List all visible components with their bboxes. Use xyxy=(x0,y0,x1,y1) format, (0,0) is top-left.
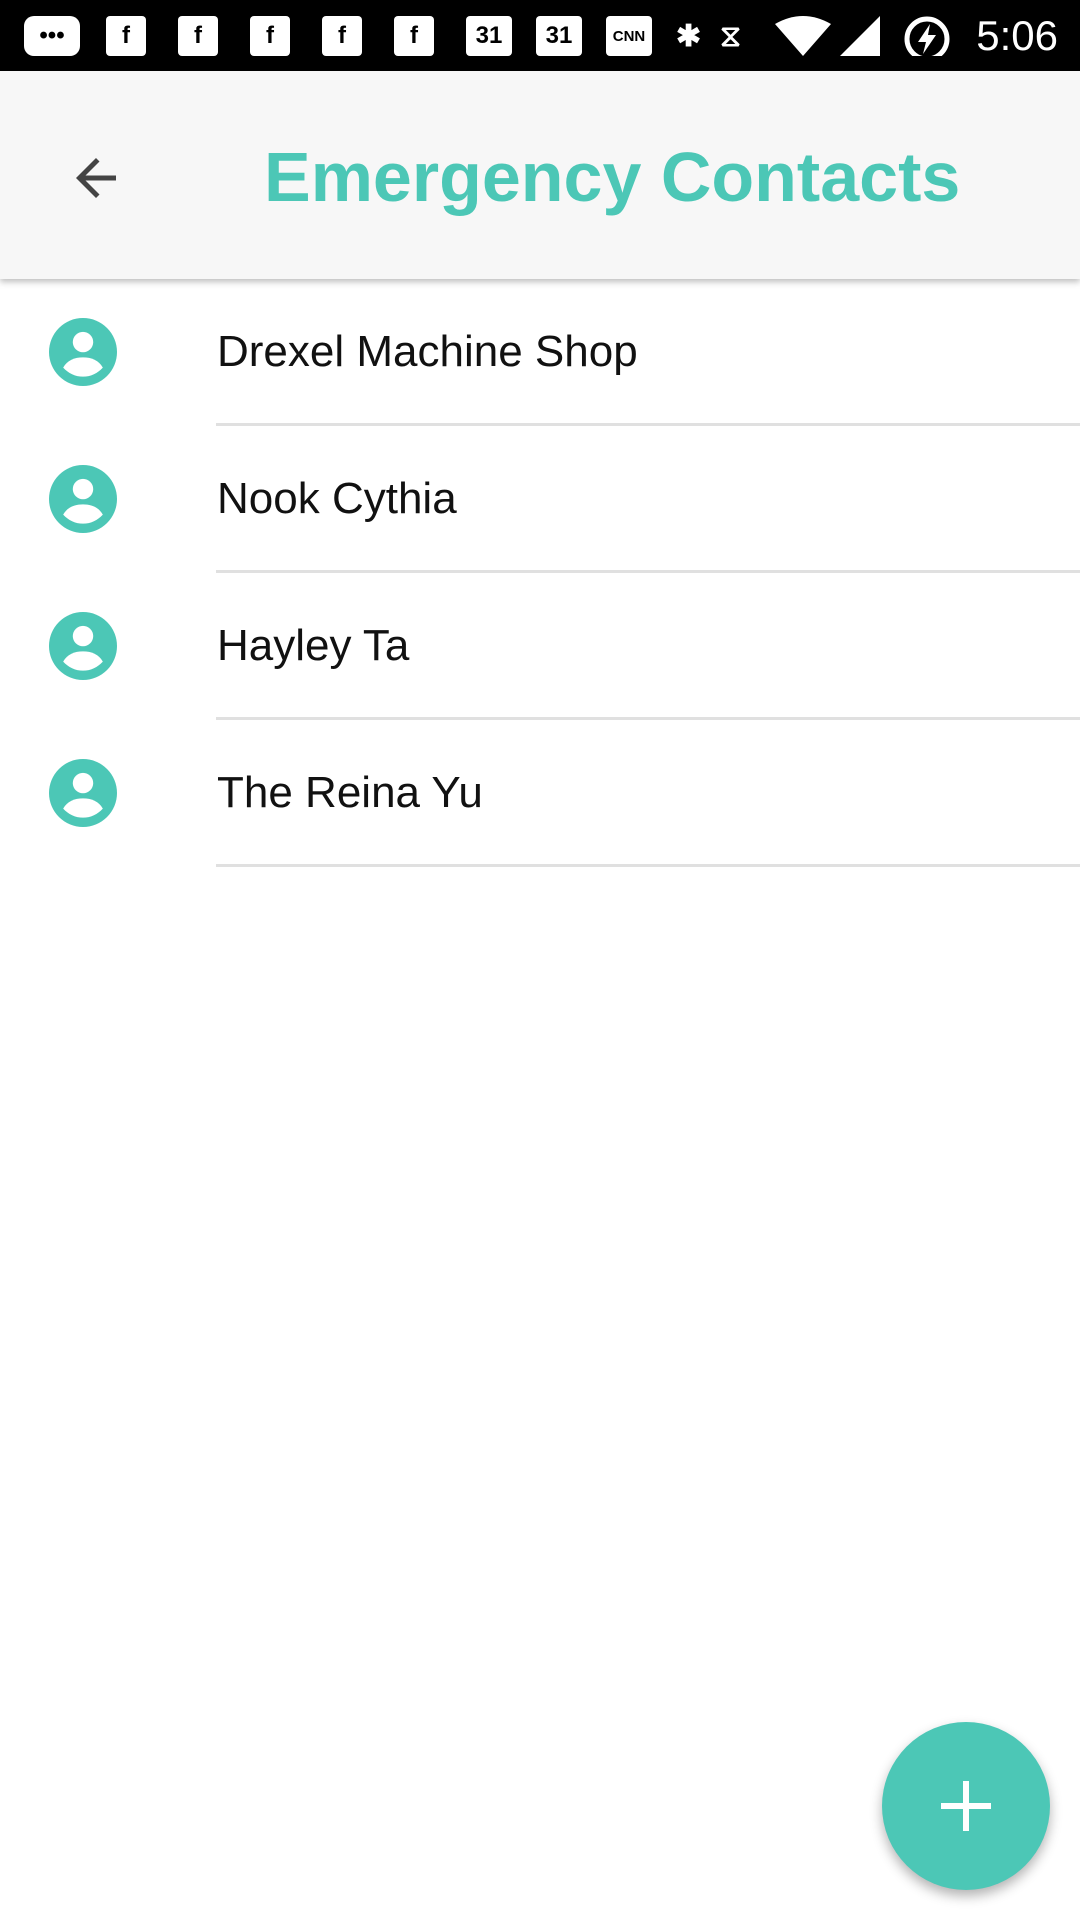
signal-icon xyxy=(840,16,880,56)
contact-name: Nook Cythia xyxy=(217,474,457,523)
facebook-icon: f xyxy=(250,16,290,56)
facebook-icon: f xyxy=(178,16,218,56)
page-title: Emergency Contacts xyxy=(264,138,961,216)
calendar-icon: 31 xyxy=(466,16,512,56)
contact-row[interactable]: Nook Cythia xyxy=(0,426,1080,573)
calendar-icon: 31 xyxy=(536,16,582,56)
divider xyxy=(216,864,1080,867)
person-icon xyxy=(49,465,117,533)
messages-icon: ••• xyxy=(24,16,80,56)
bluetooth-icon: ✱ xyxy=(676,18,702,54)
contact-name: Drexel Machine Shop xyxy=(217,327,638,376)
status-bar: ••• f f f f f 31 31 CNN ✱ ⧖ 5:06 xyxy=(0,0,1080,71)
contact-row[interactable]: Hayley Ta xyxy=(0,573,1080,720)
app-bar: Emergency Contacts xyxy=(0,71,1080,279)
plus-icon xyxy=(941,1781,991,1831)
contact-row[interactable]: The Reina Yu xyxy=(0,720,1080,867)
facebook-icon: f xyxy=(322,16,362,56)
facebook-icon: f xyxy=(394,16,434,56)
back-arrow-icon[interactable] xyxy=(66,148,126,208)
contact-name: Hayley Ta xyxy=(217,621,410,670)
contact-row[interactable]: Drexel Machine Shop xyxy=(0,279,1080,426)
status-time: 5:06 xyxy=(976,12,1058,59)
cnn-icon: CNN xyxy=(606,16,652,56)
person-icon xyxy=(49,759,117,827)
add-contact-button[interactable] xyxy=(882,1722,1050,1890)
vibrate-icon: ⧖ xyxy=(720,18,742,54)
contact-name: The Reina Yu xyxy=(217,768,483,817)
wifi-icon xyxy=(775,16,831,56)
person-icon xyxy=(49,612,117,680)
battery-charging-icon xyxy=(904,16,950,56)
person-icon xyxy=(49,318,117,386)
facebook-icon: f xyxy=(106,16,146,56)
